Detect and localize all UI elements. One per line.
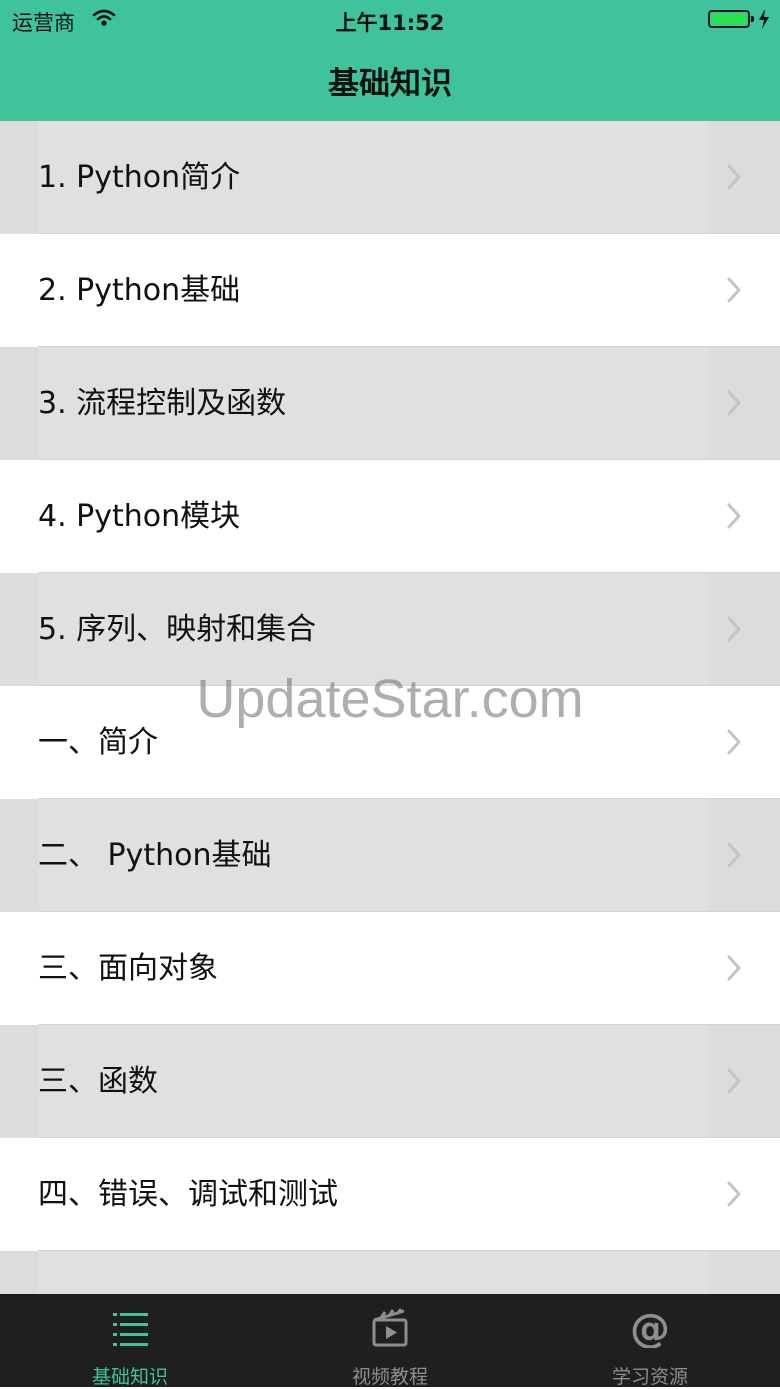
list-item[interactable]: 3. 流程控制及函数 — [0, 347, 780, 460]
charging-bolt-icon — [758, 9, 770, 34]
tab-basics[interactable]: 基础知识 — [0, 1294, 260, 1388]
list-item-label: 1. Python简介 — [38, 160, 241, 195]
status-bar: 运营商 上午11:52 — [0, 0, 780, 40]
tab-bar: 基础知识 视频教程 @ 学习资源 — [0, 1294, 780, 1388]
at-sign-icon: @ — [625, 1306, 675, 1352]
chevron-right-icon — [724, 615, 744, 647]
battery-icon — [708, 10, 754, 28]
list-item-label: 2. Python基础 — [38, 273, 241, 308]
list-item[interactable]: 四、错误、调试和测试 — [0, 1138, 780, 1251]
list-item-label: 一、简介 — [38, 725, 158, 760]
tab-video-tutorials[interactable]: 视频教程 — [260, 1294, 520, 1388]
chevron-right-icon — [724, 389, 744, 421]
clapperboard-icon — [365, 1308, 415, 1348]
chevron-right-icon — [724, 502, 744, 534]
list-item[interactable]: 2. Python基础 — [0, 234, 780, 347]
list-item[interactable]: 二、 Python基础 — [0, 799, 780, 912]
list-item[interactable]: 4. Python模块 — [0, 460, 780, 573]
list-icon — [105, 1308, 155, 1348]
row-highlight — [38, 1251, 708, 1295]
list-item-label: 二、 Python基础 — [38, 838, 272, 873]
list-item-label: 5. 序列、映射和集合 — [38, 612, 317, 647]
list-item-label: 四、错误、调试和测试 — [38, 1177, 338, 1212]
tab-label: 学习资源 — [611, 1366, 688, 1388]
tab-label: 视频教程 — [351, 1366, 428, 1388]
list-item[interactable]: 三、面向对象 — [0, 912, 780, 1025]
list-item[interactable]: 5. 序列、映射和集合 — [0, 573, 780, 686]
list-item[interactable]: 1. Python简介 — [0, 121, 780, 234]
chevron-right-icon — [724, 954, 744, 986]
chevron-right-icon — [724, 276, 744, 308]
chevron-right-icon — [724, 163, 744, 195]
chevron-right-icon — [724, 1067, 744, 1099]
list-item-label: 4. Python模块 — [38, 499, 241, 534]
status-time: 上午11:52 — [335, 11, 445, 35]
chevron-right-icon — [724, 728, 744, 760]
tab-learning-resources[interactable]: @ 学习资源 — [520, 1294, 780, 1388]
svg-text:@: @ — [630, 1308, 670, 1348]
chevron-right-icon — [724, 1180, 744, 1212]
list-item[interactable] — [0, 1251, 780, 1295]
list-item[interactable]: 一、简介 — [0, 686, 780, 799]
list-item[interactable]: 三、函数 — [0, 1025, 780, 1138]
page-title: 基础知识 — [328, 66, 452, 102]
tab-label: 基础知识 — [91, 1366, 168, 1388]
nav-header: 运营商 上午11:52 基础知识 — [0, 0, 780, 121]
chevron-right-icon — [724, 841, 744, 873]
list-item-label: 3. 流程控制及函数 — [38, 386, 287, 421]
topic-list: 1. Python简介 2. Python基础 3. 流程控制及函数 4. Pytho… — [0, 121, 780, 1295]
list-item-label: 三、函数 — [38, 1064, 158, 1099]
list-item-label: 三、面向对象 — [38, 951, 218, 986]
